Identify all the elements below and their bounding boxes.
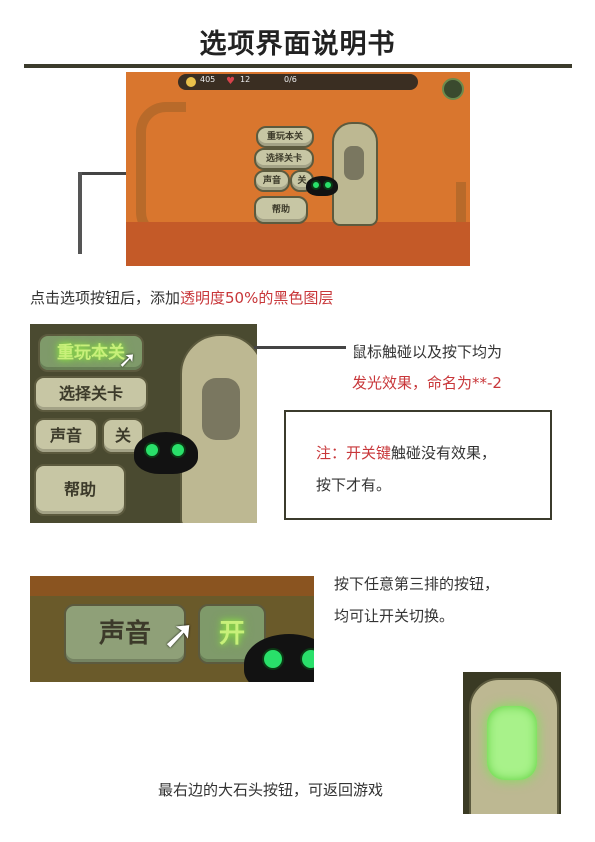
cursor-icon: ➚ [162, 612, 196, 658]
help-button[interactable]: 帮助 [34, 464, 126, 516]
sound-button[interactable]: 声音 [34, 418, 98, 454]
note-text: 触碰没有效果， [391, 444, 497, 462]
desc-hover-line1: 鼠标触碰以及按下均为 [352, 343, 503, 361]
creature-icon [306, 176, 338, 196]
hover-glow-image: 重玩本关 ➚ 选择关卡 声音 关 帮助 [30, 324, 257, 523]
connector-line-vertical [78, 172, 82, 254]
map-path [136, 102, 186, 242]
title-divider [24, 64, 572, 68]
coin-count: 405 [200, 75, 216, 84]
note-box [284, 410, 552, 520]
big-rock-image [463, 672, 561, 814]
desc-overlay-highlight: 透明度50%的黑色图层 [180, 289, 334, 307]
page-title: 选项界面说明书 [199, 29, 396, 60]
desc-toggle-line2: 均可让开关切换。 [334, 607, 455, 625]
big-rock-return-button[interactable] [469, 678, 559, 814]
creature-eye-icon [262, 648, 284, 670]
help-button[interactable]: 帮助 [254, 196, 308, 224]
creature-eye-icon [170, 442, 186, 458]
note-line1: 注：开关键触碰没有效果， [316, 442, 496, 464]
note-label: 注： [316, 444, 347, 462]
replay-button[interactable]: 重玩本关 [256, 126, 314, 148]
grass-ground [126, 222, 470, 266]
heart-icon: ♥ [226, 76, 235, 87]
level-select-button[interactable]: 选择关卡 [34, 376, 148, 412]
creature-eye-icon [300, 648, 314, 670]
creature-eye-icon [144, 442, 160, 458]
rock-window [202, 378, 240, 440]
connector-line [80, 172, 126, 175]
heart-count: 12 [240, 75, 251, 84]
coin-icon [186, 77, 196, 87]
connector-line [254, 346, 346, 349]
options-screen-image: 405 ♥ 12 0/6 重玩本关 选择关卡 声音 关 帮助 [126, 72, 470, 266]
sound-button[interactable]: 声音 [254, 170, 290, 192]
pause-button[interactable] [442, 78, 464, 100]
ground-strip [30, 576, 314, 596]
cursor-icon: ➚ [118, 348, 137, 373]
desc-hover-line2: 发光效果，命名为**-2 [352, 374, 502, 392]
toggle-image: 声音 ➚ 开 [30, 576, 314, 682]
desc-overlay-text: 点击选项按钮后，添加 [30, 289, 181, 307]
big-rock-button[interactable] [180, 334, 257, 523]
big-rock-return-button[interactable] [332, 122, 378, 226]
desc-overlay: 点击选项按钮后，添加透明度50%的黑色图层 [30, 287, 333, 309]
desc-toggle-line1: 按下任意第三排的按钮， [334, 575, 500, 593]
rock-glow-window [487, 706, 537, 780]
desc-return: 最右边的大石头按钮，可返回游戏 [158, 781, 384, 799]
creature-icon [134, 432, 198, 474]
rock-window [344, 146, 364, 180]
note-line2: 按下才有。 [316, 476, 392, 494]
level-select-button[interactable]: 选择关卡 [254, 148, 314, 170]
creature-eye-icon [311, 180, 321, 190]
progress-count: 0/6 [284, 75, 297, 84]
creature-eye-icon [323, 180, 333, 190]
note-highlight: 开关键 [346, 444, 392, 462]
